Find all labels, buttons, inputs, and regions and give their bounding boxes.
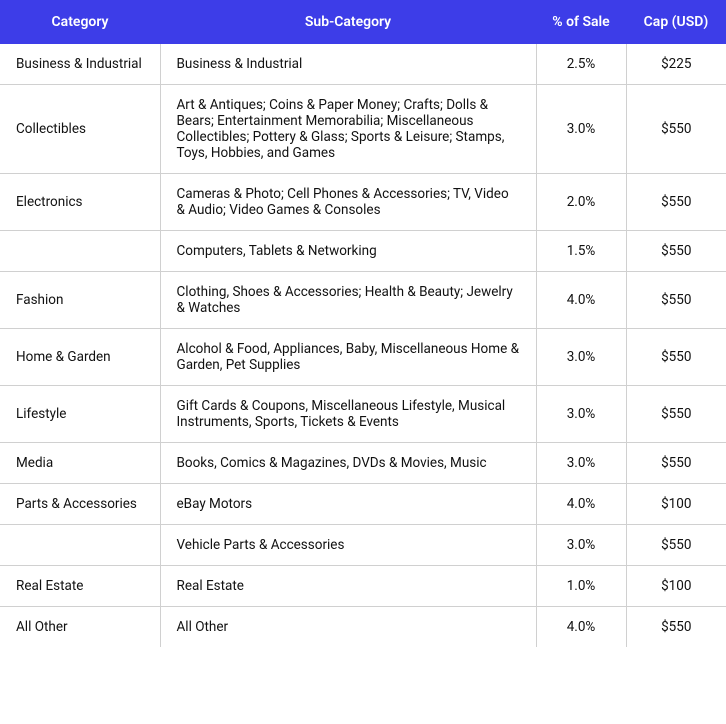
category-cell: Home & Garden (0, 329, 160, 386)
percent-sale-cell: 3.0% (536, 329, 626, 386)
subcategory-cell: Gift Cards & Coupons, Miscellaneous Life… (160, 386, 536, 443)
category-cell: Fashion (0, 272, 160, 329)
cap-usd-cell: $550 (626, 174, 726, 231)
cap-usd-cell: $550 (626, 272, 726, 329)
fee-table: Category Sub-Category % of Sale Cap (USD… (0, 0, 726, 647)
percent-sale-cell: 3.0% (536, 443, 626, 484)
subcategory-cell: Alcohol & Food, Appliances, Baby, Miscel… (160, 329, 536, 386)
percent-sale-cell: 4.0% (536, 272, 626, 329)
table-row: Home & GardenAlcohol & Food, Appliances,… (0, 329, 726, 386)
percent-sale-cell: 2.5% (536, 44, 626, 85)
category-cell: Media (0, 443, 160, 484)
table-row: FashionClothing, Shoes & Accessories; He… (0, 272, 726, 329)
percent-sale-cell: 4.0% (536, 484, 626, 525)
table-row: Business & IndustrialBusiness & Industri… (0, 44, 726, 85)
subcategory-cell: Real Estate (160, 566, 536, 607)
percent-sale-cell: 1.5% (536, 231, 626, 272)
table-row: MediaBooks, Comics & Magazines, DVDs & M… (0, 443, 726, 484)
cap-usd-cell: $550 (626, 329, 726, 386)
category-cell: Parts & Accessories (0, 484, 160, 525)
table-row: ElectronicsCameras & Photo; Cell Phones … (0, 174, 726, 231)
table-row: Real EstateReal Estate1.0%$100 (0, 566, 726, 607)
category-cell (0, 231, 160, 272)
cap-usd-cell: $225 (626, 44, 726, 85)
table-row: CollectiblesArt & Antiques; Coins & Pape… (0, 85, 726, 174)
cap-usd-cell: $100 (626, 484, 726, 525)
header-cap-usd: Cap (USD) (626, 0, 726, 44)
subcategory-cell: Art & Antiques; Coins & Paper Money; Cra… (160, 85, 536, 174)
category-cell: All Other (0, 607, 160, 648)
table-row: Parts & AccessorieseBay Motors4.0%$100 (0, 484, 726, 525)
percent-sale-cell: 3.0% (536, 85, 626, 174)
percent-sale-cell: 4.0% (536, 607, 626, 648)
subcategory-cell: eBay Motors (160, 484, 536, 525)
percent-sale-cell: 3.0% (536, 525, 626, 566)
cap-usd-cell: $550 (626, 443, 726, 484)
category-cell: Collectibles (0, 85, 160, 174)
cap-usd-cell: $550 (626, 386, 726, 443)
table-row: All OtherAll Other4.0%$550 (0, 607, 726, 648)
cap-usd-cell: $550 (626, 525, 726, 566)
subcategory-cell: Business & Industrial (160, 44, 536, 85)
cap-usd-cell: $100 (626, 566, 726, 607)
header-subcategory: Sub-Category (160, 0, 536, 44)
table-row: Computers, Tablets & Networking1.5%$550 (0, 231, 726, 272)
percent-sale-cell: 2.0% (536, 174, 626, 231)
subcategory-cell: Books, Comics & Magazines, DVDs & Movies… (160, 443, 536, 484)
percent-sale-cell: 1.0% (536, 566, 626, 607)
category-cell: Business & Industrial (0, 44, 160, 85)
header-percent-sale: % of Sale (536, 0, 626, 44)
category-cell: Real Estate (0, 566, 160, 607)
subcategory-cell: Computers, Tablets & Networking (160, 231, 536, 272)
cap-usd-cell: $550 (626, 607, 726, 648)
percent-sale-cell: 3.0% (536, 386, 626, 443)
subcategory-cell: All Other (160, 607, 536, 648)
cap-usd-cell: $550 (626, 85, 726, 174)
table-row: LifestyleGift Cards & Coupons, Miscellan… (0, 386, 726, 443)
header-category: Category (0, 0, 160, 44)
cap-usd-cell: $550 (626, 231, 726, 272)
category-cell (0, 525, 160, 566)
category-cell: Electronics (0, 174, 160, 231)
subcategory-cell: Cameras & Photo; Cell Phones & Accessori… (160, 174, 536, 231)
category-cell: Lifestyle (0, 386, 160, 443)
subcategory-cell: Vehicle Parts & Accessories (160, 525, 536, 566)
subcategory-cell: Clothing, Shoes & Accessories; Health & … (160, 272, 536, 329)
table-row: Vehicle Parts & Accessories3.0%$550 (0, 525, 726, 566)
